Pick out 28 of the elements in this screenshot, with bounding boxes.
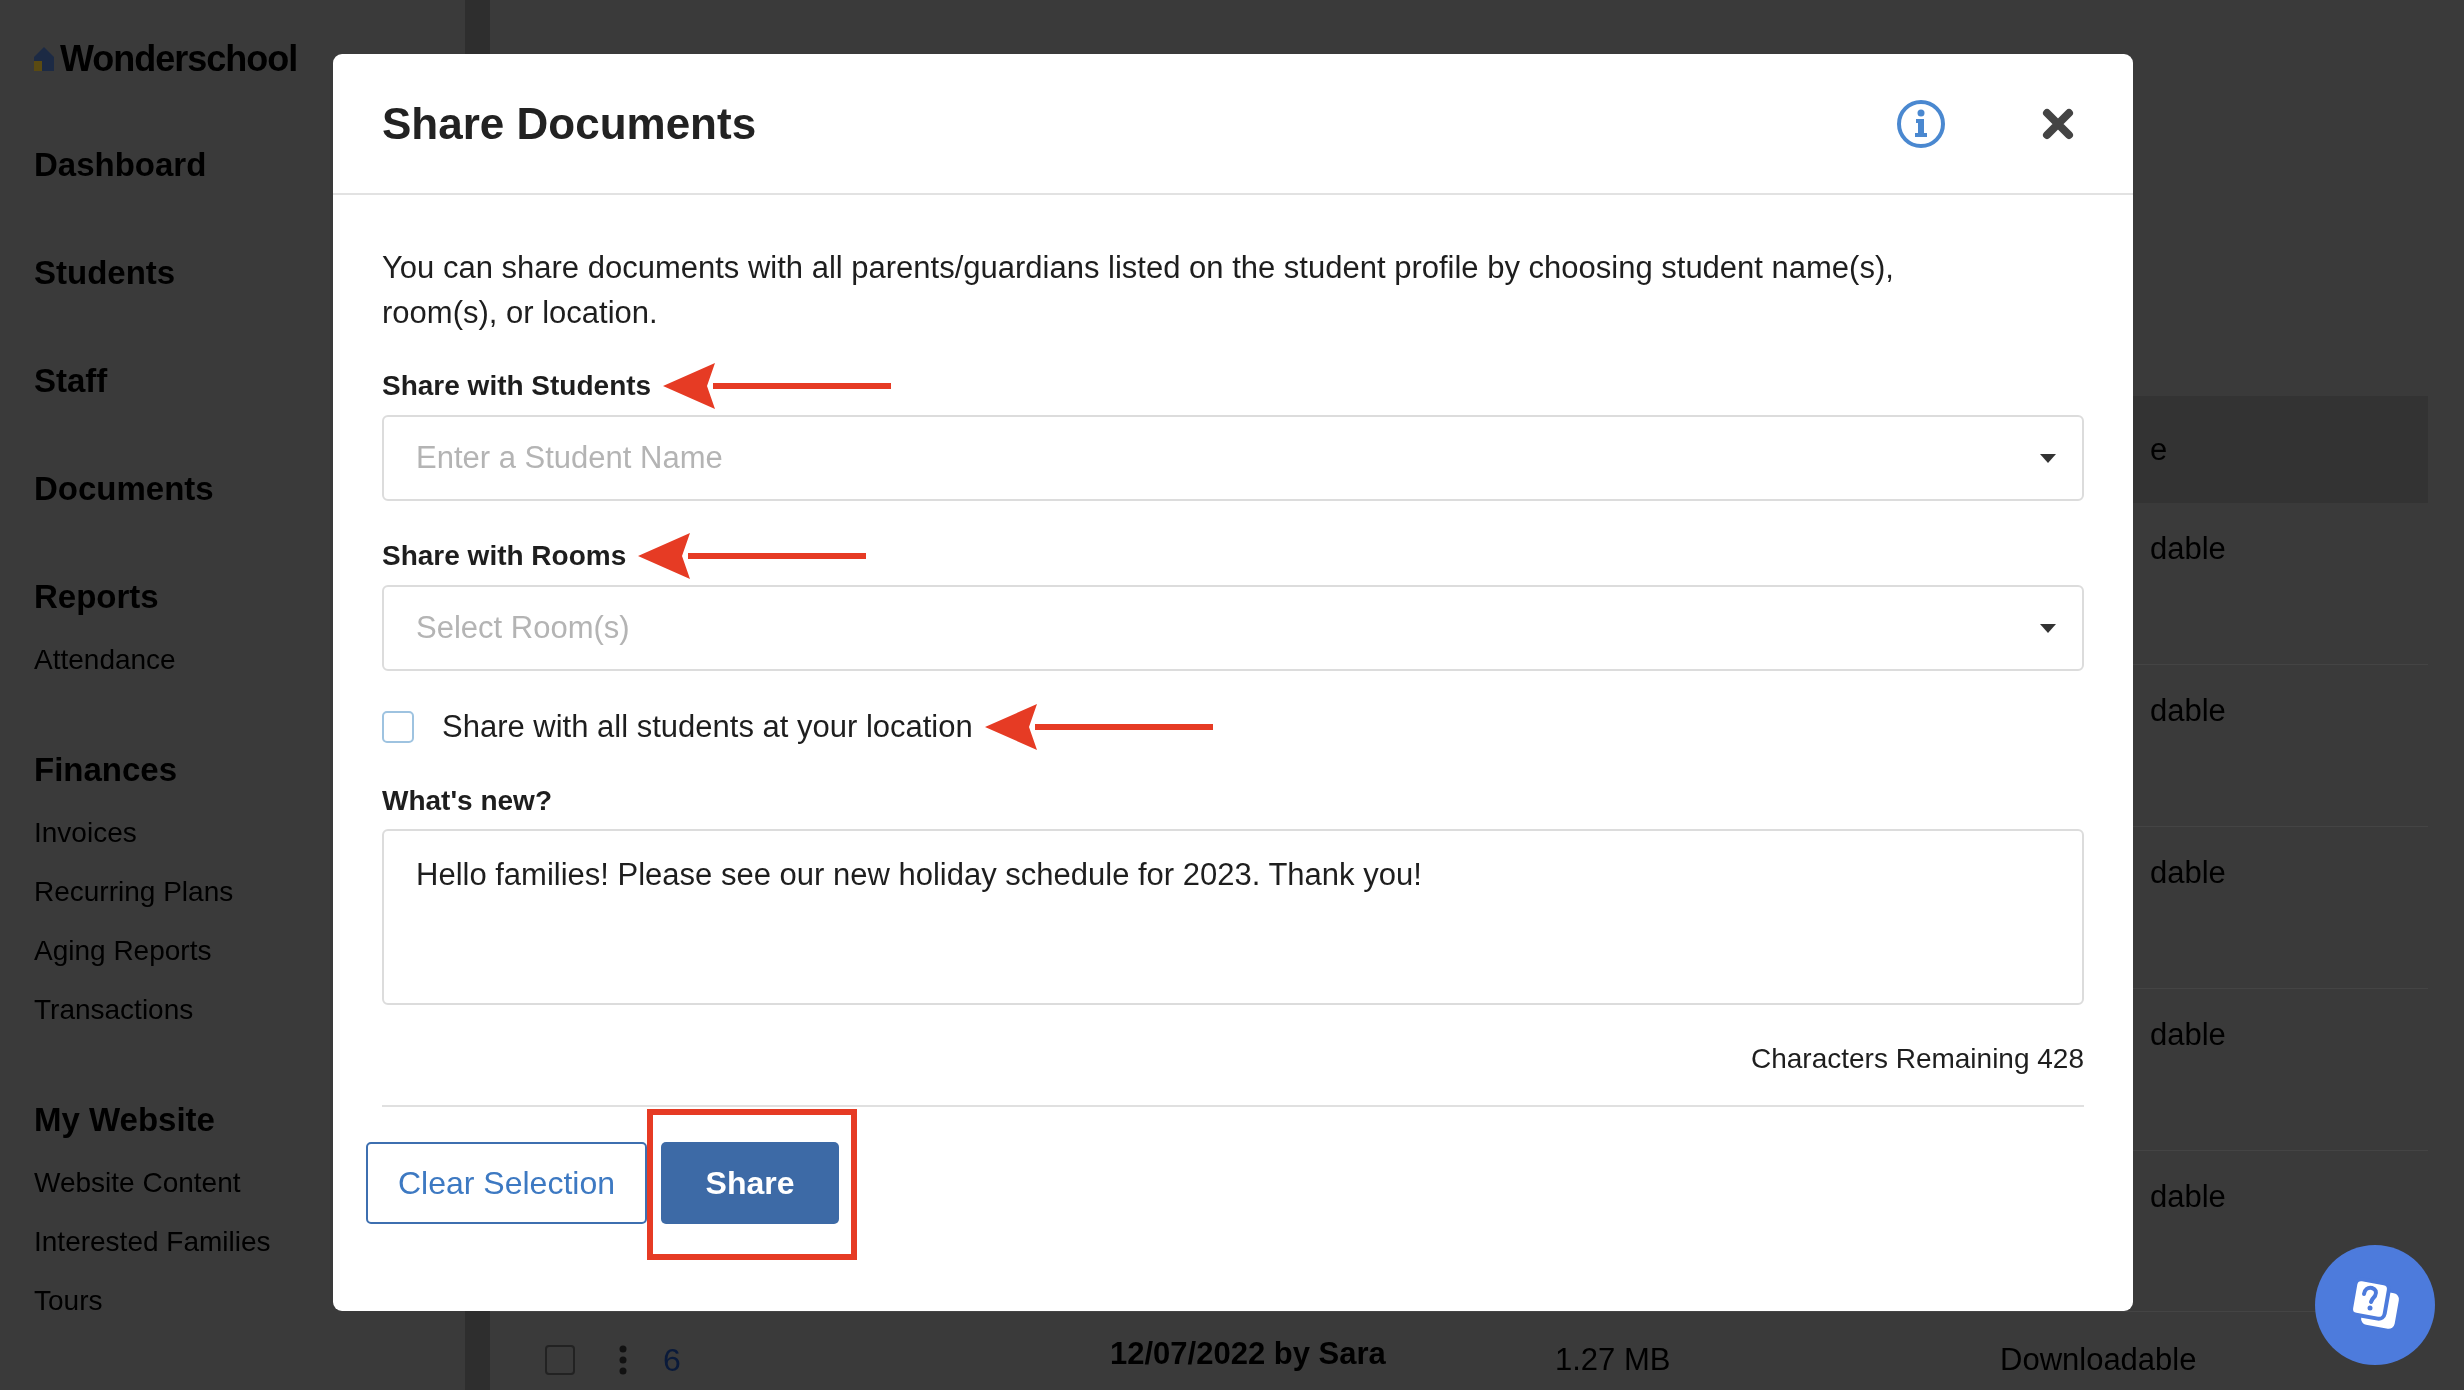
- row-checkbox[interactable]: [545, 1345, 575, 1376]
- table-cell: dable: [2150, 531, 2226, 568]
- share-button[interactable]: Share: [661, 1142, 839, 1224]
- caret-icon: [2040, 623, 2056, 633]
- table-cell: dable: [2150, 692, 2226, 729]
- description-text: You can share documents with all parents/guardians listed on the student profile by choosing student name(s), room(s), or location.: [382, 249, 1895, 332]
- table-cell: dable: [2150, 1016, 2226, 1053]
- info-icon[interactable]: [1896, 98, 1946, 149]
- table-cell: Downloadable: [2000, 1342, 2197, 1379]
- character-counter: Characters Remaining 428: [1749, 1043, 2084, 1075]
- table-cell: dable: [2150, 854, 2226, 891]
- field-label: What's new?: [382, 785, 553, 817]
- logo-icon: [34, 47, 54, 71]
- message-field[interactable]: Hello families! Please see our new holiday schedule for 2023. Thank you!: [382, 829, 2084, 1005]
- field-label: Share with Students: [382, 370, 652, 402]
- logo-text: Wonderschool: [60, 38, 298, 80]
- field-label: Share with Rooms: [382, 540, 627, 572]
- checkbox[interactable]: [382, 711, 414, 743]
- dropdown-field[interactable]: Select Room(s): [382, 585, 2084, 671]
- table-cell: 12/07/2022 by Sara: [1110, 1336, 1386, 1373]
- close-icon[interactable]: [2042, 107, 2074, 140]
- dropdown-field[interactable]: Enter a Student Name: [382, 415, 2084, 501]
- caret-icon: [2040, 453, 2056, 463]
- table-cell: dable: [2150, 1178, 2226, 1215]
- checkbox-label[interactable]: Share with all students at your location: [442, 709, 973, 745]
- clear-button[interactable]: Clear Selection: [366, 1142, 647, 1224]
- table-cell: 1.27 MB: [1555, 1342, 1671, 1379]
- dialog-title: Share Documents: [382, 98, 758, 149]
